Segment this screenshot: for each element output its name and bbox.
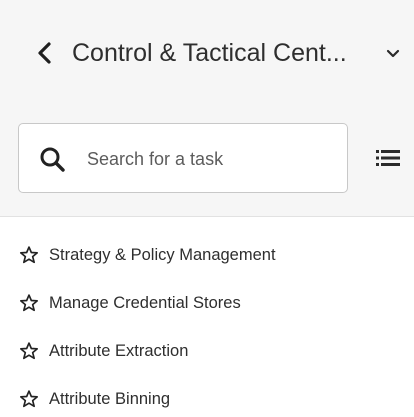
search-box[interactable] — [18, 123, 348, 193]
search-icon — [40, 147, 65, 172]
star-outline-icon[interactable] — [19, 245, 39, 265]
task-panel: Control & Tactical Cent... Search for a … — [0, 0, 414, 417]
panel-header: Control & Tactical Cent... — [0, 0, 414, 104]
task-item-strategy-policy-management[interactable]: Strategy & Policy Management — [0, 231, 414, 279]
chevron-down-icon — [386, 49, 400, 58]
title-dropdown-button[interactable] — [382, 44, 404, 64]
star-outline-icon[interactable] — [19, 341, 39, 361]
search-input[interactable] — [87, 142, 337, 176]
chevron-left-icon — [38, 42, 51, 64]
task-label: Attribute Binning — [49, 389, 171, 408]
task-item-manage-credential-stores[interactable]: Manage Credential Stores — [0, 279, 414, 327]
star-outline-icon[interactable] — [19, 389, 39, 409]
back-button[interactable] — [30, 38, 58, 68]
star-outline-icon[interactable] — [19, 293, 39, 313]
task-label: Strategy & Policy Management — [49, 245, 276, 264]
list-icon[interactable] — [376, 148, 400, 168]
task-label: Attribute Extraction — [49, 341, 189, 360]
task-item-attribute-extraction[interactable]: Attribute Extraction — [0, 327, 414, 375]
task-item-attribute-binning[interactable]: Attribute Binning — [0, 375, 414, 417]
task-list: Strategy & Policy Management Manage Cred… — [0, 217, 414, 409]
search-toolbar — [0, 104, 414, 217]
task-label: Manage Credential Stores — [49, 293, 241, 312]
page-title: Control & Tactical Cent... — [72, 39, 347, 67]
